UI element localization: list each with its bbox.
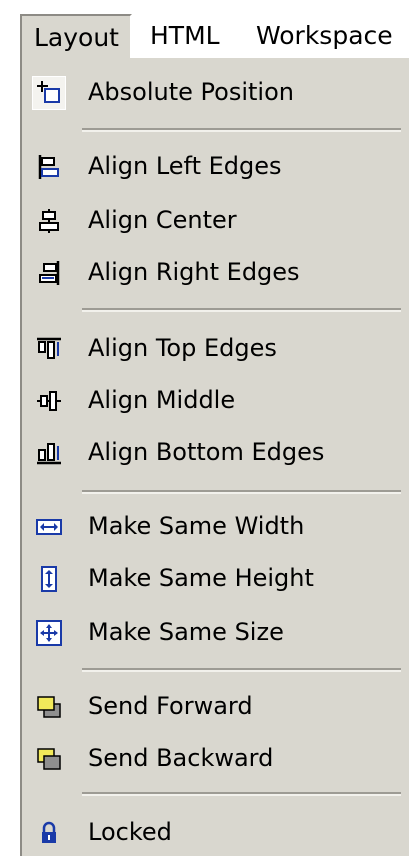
menu-separator (82, 308, 401, 312)
send-backward-icon (36, 746, 62, 772)
menu-separator (82, 490, 401, 494)
absolute-position-icon (36, 80, 62, 106)
make-same-height-icon (36, 566, 62, 592)
menu-layout[interactable]: Layout (20, 14, 132, 58)
menu-item-label: Align Bottom Edges (88, 438, 325, 466)
menu-separator (82, 128, 401, 132)
menu-item-make-same-width[interactable]: Make Same Width (22, 504, 409, 548)
menu-item-absolute-position[interactable]: Absolute Position (22, 70, 409, 114)
make-same-width-icon (36, 514, 62, 540)
menu-item-label: Align Middle (88, 386, 236, 414)
menu-item-align-top-edges[interactable]: Align Top Edges (22, 326, 409, 370)
menu-item-align-middle[interactable]: Align Middle (22, 378, 409, 422)
make-same-size-icon (36, 620, 62, 646)
menu-bar: Layout HTML Workspace (0, 0, 409, 66)
align-top-edges-icon (36, 336, 62, 362)
align-right-edges-icon (36, 260, 62, 286)
menu-separator (82, 792, 401, 796)
menu-item-make-same-height[interactable]: Make Same Height (22, 556, 409, 600)
menu-item-label: Align Right Edges (88, 258, 300, 286)
menu-item-label: Align Left Edges (88, 152, 282, 180)
align-middle-icon (36, 388, 62, 414)
menu-item-align-left-edges[interactable]: Align Left Edges (22, 144, 409, 188)
menu-item-label: Locked (88, 818, 172, 846)
menu-item-label: Align Center (88, 206, 237, 234)
align-left-edges-icon (36, 154, 62, 180)
menu-workspace[interactable]: Workspace (256, 14, 393, 58)
menu-item-make-same-size[interactable]: Make Same Size (22, 610, 409, 654)
menu-item-label: Make Same Width (88, 512, 305, 540)
layout-dropdown-menu: Absolute Position Align Left Edges Align… (20, 58, 409, 856)
menu-item-label: Align Top Edges (88, 334, 277, 362)
menu-item-label: Make Same Height (88, 564, 314, 592)
menu-item-label: Make Same Size (88, 618, 284, 646)
menu-item-align-right-edges[interactable]: Align Right Edges (22, 250, 409, 294)
menu-item-send-backward[interactable]: Send Backward (22, 736, 409, 780)
menu-item-label: Send Backward (88, 744, 274, 772)
menu-item-label: Send Forward (88, 692, 253, 720)
menu-item-label: Absolute Position (88, 78, 294, 106)
menu-separator (82, 668, 401, 672)
send-forward-icon (36, 694, 62, 720)
menu-item-align-bottom-edges[interactable]: Align Bottom Edges (22, 430, 409, 474)
menu-html[interactable]: HTML (150, 14, 220, 58)
align-center-icon (36, 208, 62, 234)
menu-item-align-center[interactable]: Align Center (22, 198, 409, 242)
menu-item-send-forward[interactable]: Send Forward (22, 684, 409, 728)
lock-icon (36, 820, 62, 846)
align-bottom-edges-icon (36, 440, 62, 466)
menu-item-locked[interactable]: Locked (22, 810, 409, 854)
